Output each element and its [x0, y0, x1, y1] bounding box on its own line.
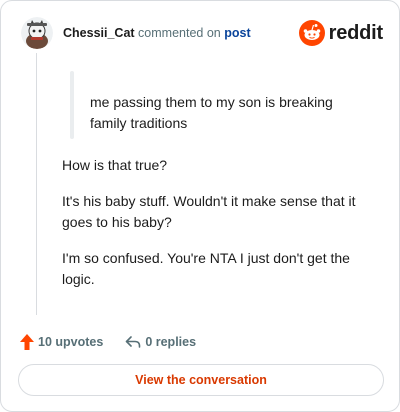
post-link[interactable]: post: [224, 26, 250, 40]
thread-line: [36, 53, 37, 315]
upvote-arrow-icon[interactable]: [19, 333, 35, 351]
commented-on-label: commented on: [138, 26, 221, 40]
comment-paragraph-2: It's his baby stuff. Wouldn't it make se…: [62, 193, 356, 230]
reply-arrow-icon[interactable]: [125, 334, 141, 350]
user-avatar[interactable]: [21, 17, 53, 49]
reply-action[interactable]: 0 replies: [125, 334, 196, 350]
reddit-logo[interactable]: reddit: [298, 19, 384, 47]
avatar-icon: [21, 17, 53, 49]
comment-paragraph-3: I'm so confused. You're NTA I just don't…: [62, 250, 350, 287]
quoted-text: me passing them to my son is breaking fa…: [90, 94, 333, 131]
quote-bar: [70, 71, 74, 139]
upvotes-count: 10 upvotes: [38, 335, 104, 349]
reddit-wordmark: reddit: [328, 21, 384, 44]
comment-header: Chessii_Cat commented on post reddit: [21, 17, 383, 51]
username-link[interactable]: Chessii_Cat: [63, 26, 135, 40]
reddit-snoo-icon: [298, 20, 325, 46]
comment-embed-card: Chessii_Cat commented on post reddit me …: [0, 0, 400, 412]
replies-count: 0 replies: [145, 335, 197, 349]
view-conversation-button[interactable]: View the conversation: [18, 364, 384, 396]
comment-actions: 10 upvotes 0 replies: [19, 332, 196, 352]
comment-meta: Chessii_Cat commented on post: [63, 26, 251, 40]
comment-paragraph-1: How is that true?: [62, 157, 168, 173]
upvote-action[interactable]: 10 upvotes: [19, 333, 103, 351]
